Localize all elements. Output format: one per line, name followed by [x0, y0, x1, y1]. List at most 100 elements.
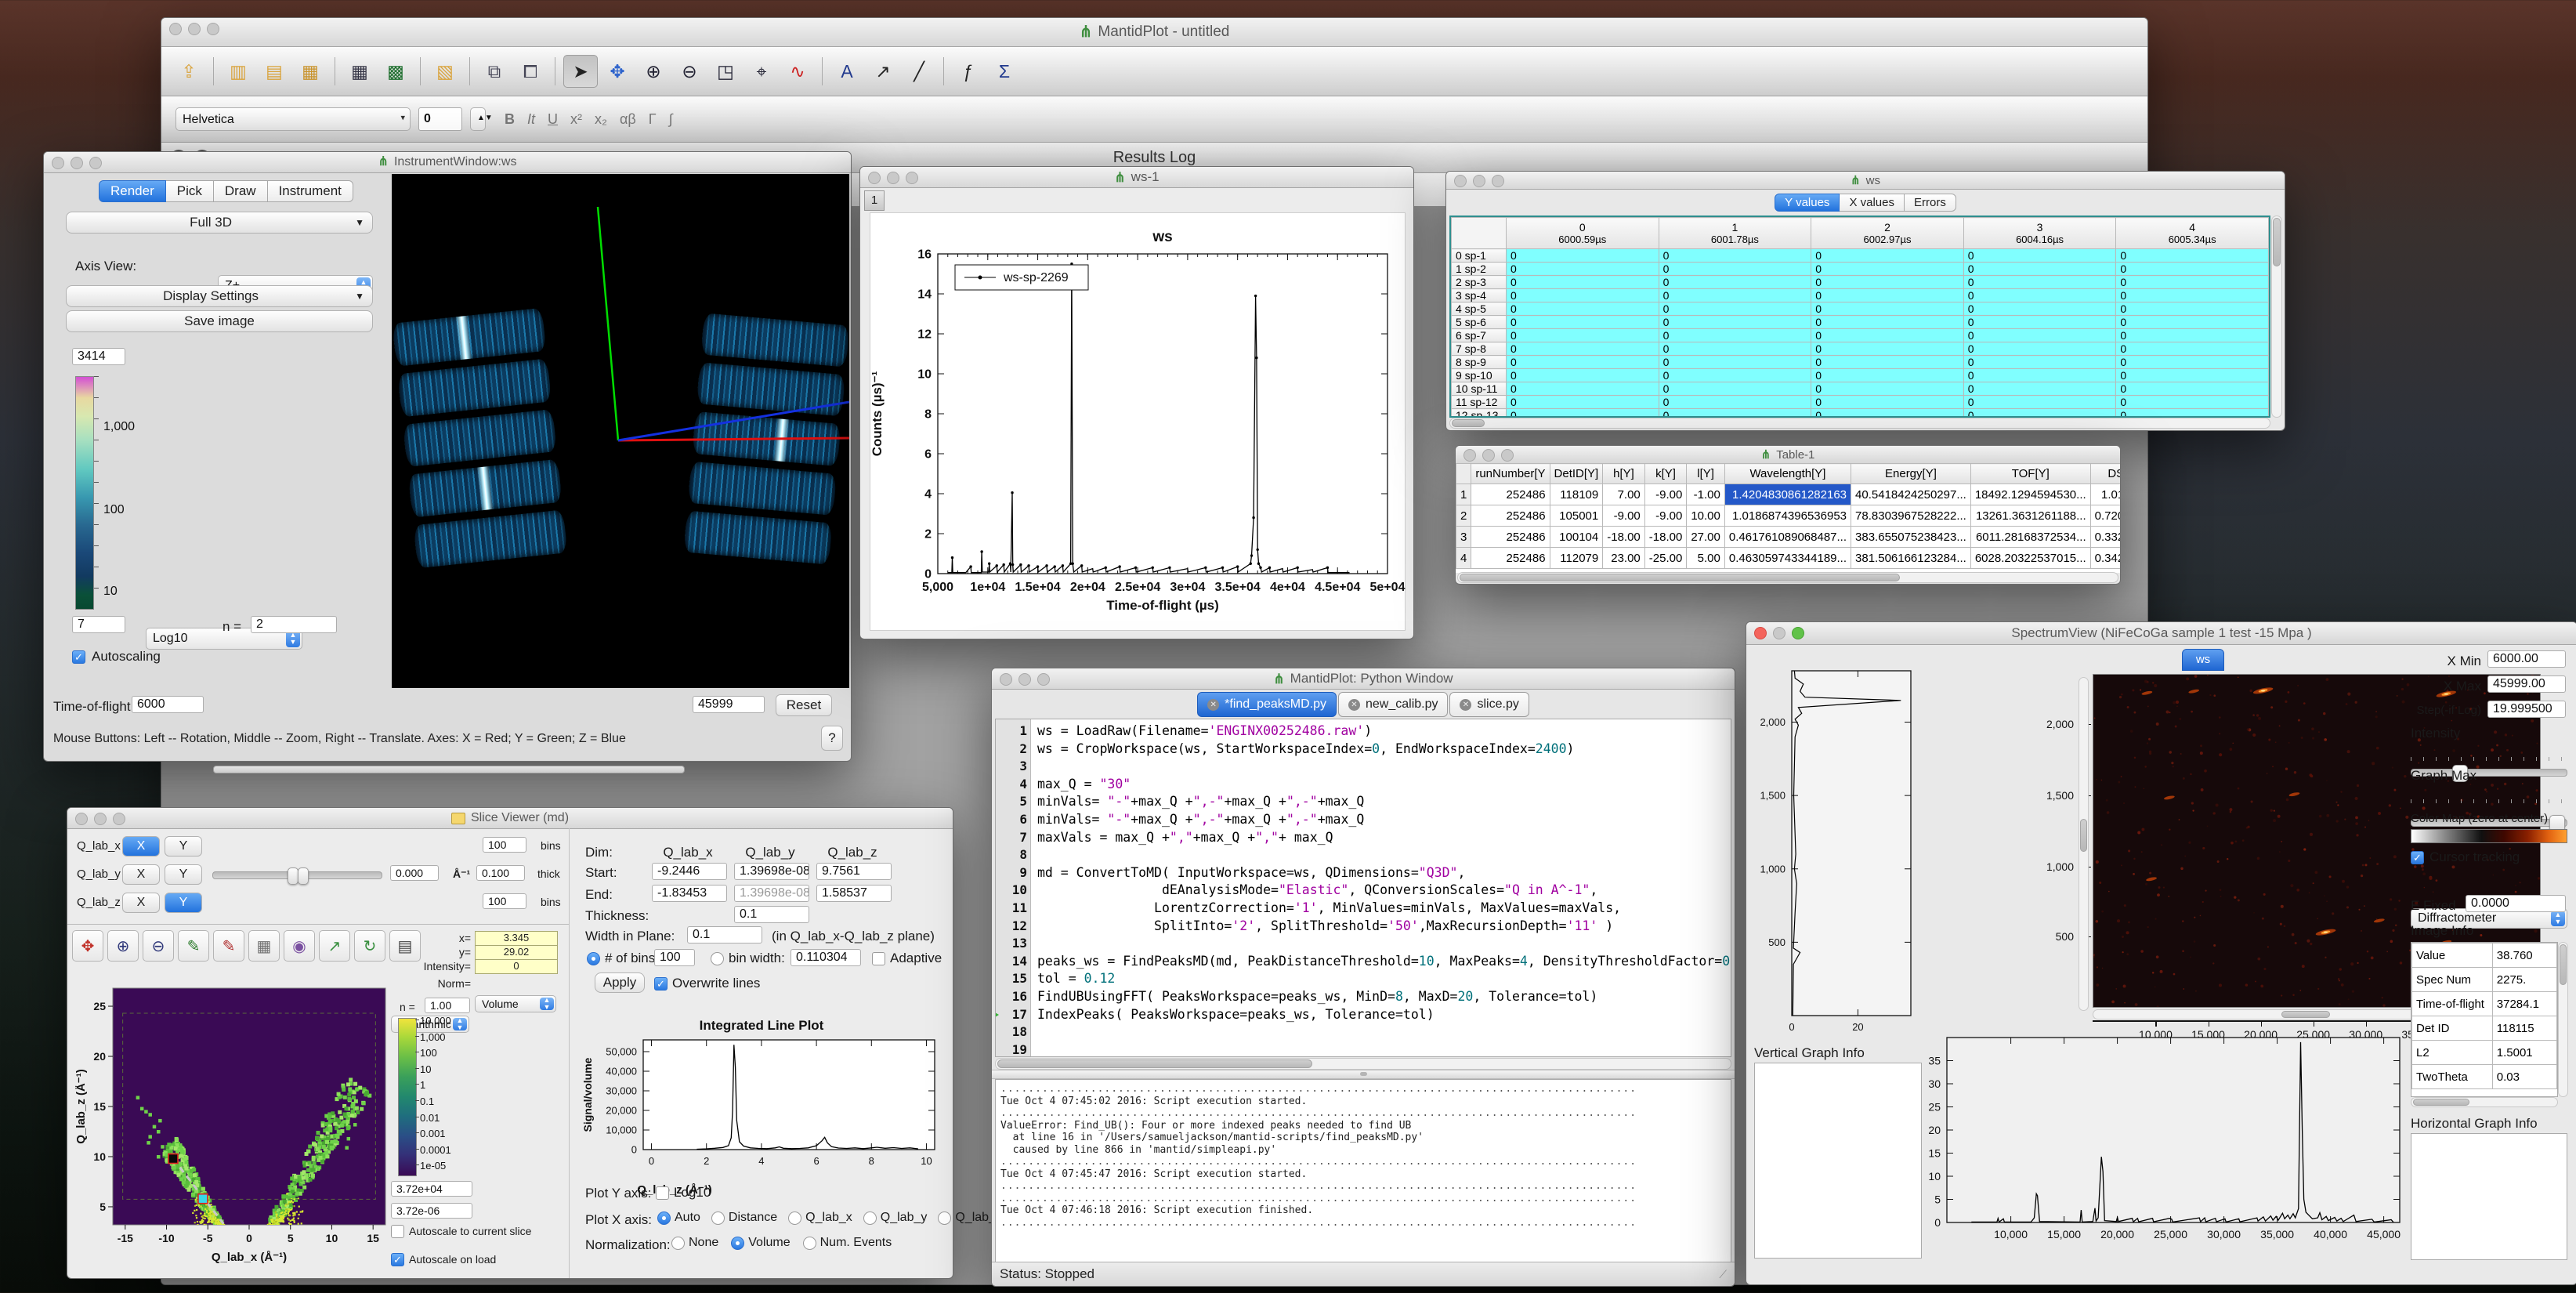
format-αβ-button[interactable]: αβ	[620, 111, 636, 128]
xmax-field[interactable]: 45999.00	[2487, 675, 2566, 693]
table-cell[interactable]: 0	[1963, 342, 2116, 356]
splitter[interactable]	[992, 1070, 1735, 1079]
table-cell[interactable]: 0	[1507, 276, 1659, 289]
close-icon[interactable]	[1754, 627, 1767, 639]
column-header[interactable]: DetID[Y]	[1550, 464, 1603, 484]
python-titlebar[interactable]: ⋔MantidPlot: Python Window	[992, 668, 1735, 690]
table-cell[interactable]: 0	[2116, 396, 2269, 409]
row-header[interactable]: 0 sp-1	[1452, 249, 1507, 263]
table-cell[interactable]: 40.5418424250297...	[1851, 484, 1971, 505]
table-cell[interactable]: 0	[2116, 369, 2269, 382]
colormap-bar[interactable]	[2411, 829, 2567, 843]
row-header[interactable]: 8 sp-9	[1452, 356, 1507, 369]
table-cell[interactable]: 0	[1507, 263, 1659, 276]
zoom-in-icon[interactable]: ⊕	[637, 56, 670, 87]
code-hscrollbar[interactable]	[995, 1058, 1731, 1070]
table-cell[interactable]: 0	[1811, 329, 1964, 342]
table-cell[interactable]: 381.506166123284...	[1851, 548, 1971, 569]
table-cell[interactable]: 0	[2116, 263, 2269, 276]
format-∫-button[interactable]: ∫	[669, 111, 673, 128]
zoom-out-icon[interactable]: ⊖	[673, 56, 706, 87]
width-field[interactable]: 0.1	[687, 926, 762, 943]
slice-value-field[interactable]: 0.000	[390, 865, 439, 881]
autoscaling-checkbox[interactable]: ✓	[72, 650, 85, 664]
table-cell[interactable]: 0	[2116, 356, 2269, 369]
table-cell[interactable]: 0	[2116, 409, 2269, 418]
table-cell[interactable]: 0	[1963, 409, 2116, 418]
radio-icon[interactable]	[711, 1212, 725, 1225]
normalization-option-None[interactable]: None	[671, 1236, 718, 1250]
column-header[interactable]: l[Y]	[1687, 464, 1725, 484]
table-cell[interactable]: 0	[1811, 342, 1964, 356]
minimize-icon[interactable]	[1473, 175, 1485, 187]
table-cell[interactable]: 0	[1811, 263, 1964, 276]
image-vscrollbar[interactable]	[2079, 677, 2089, 1011]
info-vscrollbar[interactable]	[2558, 942, 2568, 1097]
row-header[interactable]: 6 sp-7	[1452, 329, 1507, 342]
start-z-field[interactable]: 9.7561	[816, 863, 892, 880]
line-mode-off-icon[interactable]: ✎	[213, 930, 244, 962]
table-cell[interactable]: 0	[1811, 382, 1964, 396]
table-cell[interactable]: 0	[1659, 382, 1811, 396]
zoom-window-icon[interactable]	[1501, 449, 1514, 462]
close-icon[interactable]	[169, 23, 182, 35]
table-cell[interactable]: 1.4204830861282163	[1724, 484, 1851, 505]
table-cell[interactable]: 0	[1963, 263, 2116, 276]
help-button[interactable]: ?	[821, 726, 843, 751]
copy-icon[interactable]: ⧉	[478, 56, 511, 87]
tof-max-field[interactable]: 45999	[693, 696, 765, 713]
font-size-stepper[interactable]: ▲▼	[470, 107, 486, 131]
table-cell[interactable]: 0	[1963, 369, 2116, 382]
ws-table-titlebar[interactable]: ⋔ws	[1446, 172, 2285, 190]
column-header[interactable]: 36004.16µs	[1963, 218, 2116, 249]
table-cell[interactable]: 0	[1811, 302, 1964, 316]
table-cell[interactable]: 0	[1507, 369, 1659, 382]
instrument-3d-view[interactable]	[392, 174, 849, 688]
table-cell[interactable]: 0	[1507, 342, 1659, 356]
tab-x-values[interactable]: X values	[1840, 194, 1905, 212]
table-cell[interactable]: -9.00	[1644, 484, 1687, 505]
table-cell[interactable]: 0	[1963, 396, 2116, 409]
peak-list-icon[interactable]: ▤	[389, 930, 421, 962]
table-cell[interactable]: 0.72032	[2090, 505, 2120, 527]
spectrum-titlebar[interactable]: SpectrumView (NiFeCoGa sample 1 test -15…	[1746, 622, 2576, 645]
close-icon[interactable]	[1454, 175, 1467, 187]
adaptive-checkbox[interactable]	[872, 952, 885, 965]
column-header[interactable]: 16001.78µs	[1659, 218, 1811, 249]
table-cell[interactable]: 23.00	[1603, 548, 1645, 569]
line-icon[interactable]: ╱	[903, 56, 935, 87]
table-cell[interactable]: 0	[1811, 249, 1964, 263]
snap-grid-icon[interactable]: ▦	[248, 930, 280, 962]
radio-icon[interactable]	[657, 1212, 671, 1225]
column-header[interactable]: 06000.59µs	[1507, 218, 1659, 249]
autoscale-slice-checkbox[interactable]	[391, 1225, 404, 1238]
close-icon[interactable]	[52, 157, 64, 169]
zoom-in-color-icon[interactable]: ⊕	[107, 930, 139, 962]
table-cell[interactable]: 105001	[1550, 505, 1603, 527]
table-cell[interactable]: 0	[1659, 329, 1811, 342]
cb-max-field[interactable]: 3.72e+04	[391, 1181, 472, 1197]
row-header[interactable]: 2	[1456, 505, 1471, 527]
ws1-titlebar[interactable]: ⋔ws-1	[860, 167, 1413, 188]
column-header[interactable]: runNumber[Y	[1471, 464, 1550, 484]
end-z-field[interactable]: 1.58537	[816, 885, 892, 902]
row-header[interactable]: 2 sp-3	[1452, 276, 1507, 289]
row-header[interactable]: 12 sp-13	[1452, 409, 1507, 418]
table-cell[interactable]: 6028.20322537015...	[1970, 548, 2090, 569]
slider-thumb[interactable]	[298, 867, 309, 885]
table-cell[interactable]: 0	[1507, 409, 1659, 418]
table-cell[interactable]: 0	[1659, 302, 1811, 316]
table-cell[interactable]: 0	[1659, 369, 1811, 382]
font-size-field[interactable]: 0	[418, 107, 462, 131]
table1-hscrollbar[interactable]	[1457, 572, 2118, 583]
row-header[interactable]: 5 sp-6	[1452, 316, 1507, 329]
line-mode-on-icon[interactable]: ✎	[178, 930, 209, 962]
scale-min-field[interactable]: 7	[72, 616, 125, 633]
crosshair-icon[interactable]: ⌖	[745, 56, 778, 87]
table-cell[interactable]: -25.00	[1644, 548, 1687, 569]
table-cell[interactable]: 13261.3631261188...	[1970, 505, 2090, 527]
text-icon[interactable]: A	[830, 56, 863, 87]
table-cell[interactable]: -18.00	[1603, 527, 1645, 548]
font-combo[interactable]: Helvetica▾	[175, 107, 411, 131]
cursor-tracking-checkbox[interactable]: ✓	[2411, 851, 2424, 864]
